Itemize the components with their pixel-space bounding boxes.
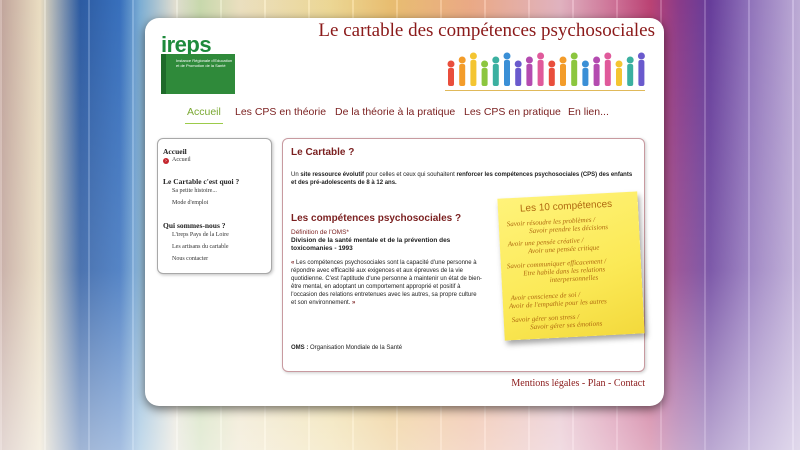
- intro-text-2: pour celles et ceux qui souhaitent: [364, 172, 457, 178]
- child-head: [559, 56, 567, 64]
- child-silhouette: [616, 68, 622, 86]
- intro-text-1: Un: [291, 172, 301, 178]
- quote-text: Les compétences psychosociales sont la c…: [291, 260, 482, 306]
- logo-box: Instance Régionale d'Education et de Pro…: [161, 54, 235, 101]
- child-head: [469, 52, 477, 60]
- child-silhouette: [481, 68, 488, 86]
- child-head: [537, 52, 545, 60]
- child-head: [626, 56, 634, 64]
- child-head: [604, 52, 612, 60]
- child-silhouette: [492, 64, 499, 86]
- child-head: [514, 60, 522, 68]
- child-head: [593, 56, 601, 64]
- ten-skills-postit: Les 10 compétences Savoir résoudre les p…: [497, 191, 645, 341]
- quote-close: »: [352, 300, 356, 306]
- logo-region: PAYS DE LA LOIRE: [168, 96, 220, 101]
- intro-paragraph: Un site ressource évolutif pour celles e…: [291, 171, 636, 187]
- child-silhouette: [526, 64, 533, 86]
- child-head: [447, 60, 455, 68]
- heading-competences: Les compétences psychosociales ?: [291, 213, 462, 224]
- footer-link-mentions[interactable]: Mentions légales: [511, 378, 579, 389]
- sidebar-link-histoire[interactable]: Sa petite histoire...: [172, 188, 217, 194]
- footer-separator: -: [579, 378, 588, 389]
- sidebar-link-artisans[interactable]: Les artisans du cartable: [172, 244, 228, 250]
- nav-cps-pratique[interactable]: Les CPS en pratique: [464, 106, 561, 118]
- footer-links: Mentions légales - Plan - Contact: [505, 378, 645, 389]
- child-head: [492, 56, 500, 64]
- title-divider: [445, 90, 645, 91]
- nav-active-underline: [185, 123, 223, 124]
- child-silhouette: [627, 64, 634, 86]
- oms-footnote: OMS : Organisation Mondiale de la Santé: [291, 344, 491, 352]
- sidebar-heading-qui: Qui sommes-nous ?: [163, 221, 226, 230]
- child-head: [458, 56, 466, 64]
- child-silhouette: [604, 60, 611, 86]
- main-content: Le Cartable ? Un site ressource évolutif…: [282, 138, 645, 372]
- sidebar-link-ireps[interactable]: L'ireps Pays de la Loire: [172, 232, 229, 238]
- footer-separator: -: [605, 378, 614, 389]
- sidebar-heading-cartable: Le Cartable c'est quoi ?: [163, 177, 240, 186]
- child-silhouette: [582, 68, 589, 86]
- child-silhouette: [638, 60, 645, 86]
- footer-link-contact[interactable]: Contact: [614, 378, 645, 389]
- oms-quote: « Les compétences psychosociales sont la…: [291, 259, 483, 307]
- postit-line: interpersonnelles: [549, 273, 599, 285]
- nav-theorie-pratique[interactable]: De la théorie à la pratique: [335, 106, 455, 118]
- child-silhouette: [548, 68, 555, 86]
- sidebar-link-accueil[interactable]: Accueil: [172, 157, 191, 163]
- oms-text: Organisation Mondiale de la Santé: [308, 345, 403, 351]
- child-silhouette: [459, 64, 466, 86]
- oms-label: OMS :: [291, 345, 309, 351]
- child-head: [525, 56, 533, 64]
- child-head: [503, 52, 511, 60]
- footer-link-plan[interactable]: Plan: [588, 378, 606, 389]
- sidebar-link-mode-emploi[interactable]: Mode d'emploi: [172, 200, 208, 206]
- main-navigation: Accueil Les CPS en théorie De la théorie…: [185, 106, 655, 128]
- sidebar-link-contact[interactable]: Nous contacter: [172, 256, 208, 262]
- child-head: [637, 52, 645, 60]
- child-silhouette: [470, 60, 477, 86]
- nav-accueil[interactable]: Accueil: [187, 106, 221, 118]
- child-head: [481, 60, 489, 68]
- child-silhouette: [448, 68, 454, 86]
- nav-cps-theorie[interactable]: Les CPS en théorie: [235, 106, 326, 118]
- ireps-logo[interactable]: ireps Instance Régionale d'Education et …: [161, 32, 235, 101]
- site-title: Le cartable des compétences psychosocial…: [318, 20, 655, 41]
- definition-label: Définition de l'OMS*: [291, 229, 349, 236]
- child-silhouette: [560, 64, 566, 86]
- main-card: ireps Instance Régionale d'Education et …: [145, 18, 664, 406]
- postit-title: Les 10 compétences: [519, 198, 613, 215]
- child-silhouette: [571, 60, 578, 86]
- quote-open: «: [291, 260, 295, 266]
- definition-source: Division de la santé mentale et de la pr…: [291, 237, 451, 252]
- child-head: [581, 60, 589, 68]
- child-head: [615, 60, 623, 68]
- sidebar-menu: Accueil › Accueil Le Cartable c'est quoi…: [157, 138, 272, 274]
- nav-en-lien[interactable]: En lien...: [568, 106, 609, 118]
- logo-text: Instance Régionale d'Education et de Pro…: [176, 58, 233, 68]
- child-head: [548, 60, 556, 68]
- current-page-bullet-icon: ›: [163, 158, 169, 164]
- child-head: [570, 52, 578, 60]
- children-silhouettes-banner: [447, 52, 645, 86]
- child-silhouette: [593, 64, 600, 86]
- intro-bold-1: site ressource évolutif: [300, 172, 365, 178]
- child-silhouette: [537, 60, 544, 86]
- sidebar-heading-accueil: Accueil: [163, 147, 187, 156]
- child-silhouette: [515, 68, 522, 86]
- child-silhouette: [504, 60, 510, 86]
- heading-cartable: Le Cartable ?: [291, 147, 355, 158]
